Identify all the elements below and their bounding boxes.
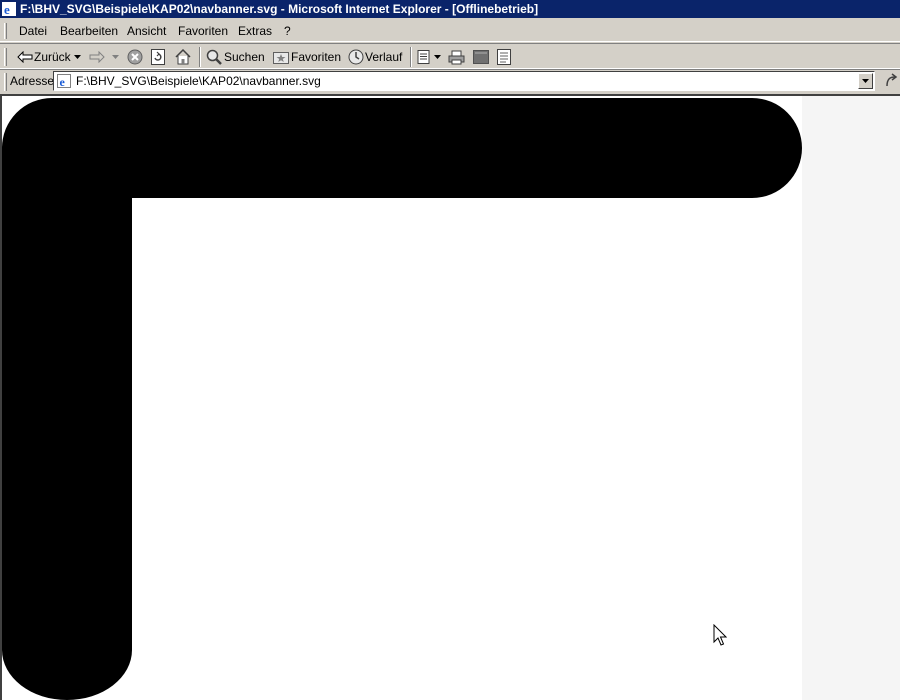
favorites-icon — [273, 52, 289, 64]
mouse-cursor-icon — [713, 624, 727, 646]
back-arrow-icon — [17, 51, 33, 63]
back-button[interactable]: Zurück — [17, 48, 71, 66]
edit-button[interactable] — [473, 48, 489, 66]
chevron-down-icon — [862, 79, 869, 83]
address-label: Adresse — [10, 74, 55, 88]
title-bar: e F:\BHV_SVG\Beispiele\KAP02\navbanner.s… — [0, 0, 900, 18]
toolbar-grip[interactable] — [4, 48, 7, 66]
print-button[interactable] — [448, 48, 465, 66]
address-value: F:\BHV_SVG\Beispiele\KAP02\navbanner.svg — [76, 74, 321, 88]
favorites-label: Favoriten — [291, 50, 342, 64]
menu-ansicht[interactable]: Ansicht — [127, 24, 166, 38]
history-icon — [348, 49, 364, 65]
back-dropdown[interactable] — [74, 48, 81, 66]
discuss-button[interactable] — [497, 48, 511, 66]
browser-viewport[interactable] — [0, 94, 900, 700]
history-label: Verlauf — [365, 50, 403, 64]
refresh-button[interactable] — [151, 48, 165, 66]
address-input[interactable]: e F:\BHV_SVG\Beispiele\KAP02\navbanner.s… — [53, 71, 875, 91]
dropdown-arrow-icon — [434, 55, 441, 59]
menubar-grip[interactable] — [4, 23, 7, 39]
stop-icon — [127, 49, 143, 65]
search-button[interactable]: Suchen — [206, 48, 265, 66]
menu-help[interactable]: ? — [284, 24, 291, 38]
home-button[interactable] — [175, 48, 191, 66]
svg-text:e: e — [4, 2, 10, 16]
addressbar-grip[interactable] — [4, 73, 7, 91]
history-button[interactable]: Verlauf — [348, 48, 402, 66]
dropdown-arrow-icon — [112, 55, 119, 59]
menu-favoriten[interactable]: Favoriten — [178, 24, 228, 38]
dropdown-arrow-icon — [74, 55, 81, 59]
search-label: Suchen — [224, 50, 265, 64]
forward-dropdown[interactable] — [112, 48, 119, 66]
toolbar-separator — [199, 47, 201, 67]
svg-text:e: e — [60, 75, 66, 88]
menu-bearbeiten[interactable]: Bearbeiten — [60, 24, 118, 38]
document-icon — [497, 49, 511, 65]
address-bar: Adresse e F:\BHV_SVG\Beispiele\KAP02\nav… — [0, 69, 900, 93]
address-dropdown-button[interactable] — [858, 73, 873, 89]
menu-extras[interactable]: Extras — [238, 24, 272, 38]
stop-button[interactable] — [127, 48, 143, 66]
back-label: Zurück — [34, 50, 71, 64]
refresh-icon — [151, 49, 165, 65]
home-icon — [175, 49, 191, 65]
window-title: F:\BHV_SVG\Beispiele\KAP02\navbanner.svg… — [20, 2, 539, 16]
page-icon: e — [57, 74, 71, 88]
mail-icon — [417, 50, 430, 64]
navbanner-shape — [2, 98, 802, 700]
mail-button[interactable] — [417, 48, 441, 66]
search-icon — [206, 49, 222, 65]
menu-datei[interactable]: Datei — [19, 24, 47, 38]
forward-button[interactable] — [89, 48, 105, 66]
printer-icon — [448, 50, 465, 64]
favorites-button[interactable]: Favoriten — [273, 48, 341, 66]
viewport-background — [802, 96, 900, 700]
menu-bar: Datei Bearbeiten Ansicht Favoriten Extra… — [0, 20, 900, 42]
toolbar-separator — [410, 47, 412, 67]
forward-arrow-icon — [89, 51, 105, 63]
standard-toolbar: Zurück Suchen Favoriten Verlauf — [0, 43, 900, 69]
go-arrow-icon[interactable] — [884, 73, 898, 89]
internet-explorer-icon: e — [2, 2, 16, 16]
edit-icon — [473, 50, 489, 64]
navbanner-graphic — [2, 98, 802, 700]
